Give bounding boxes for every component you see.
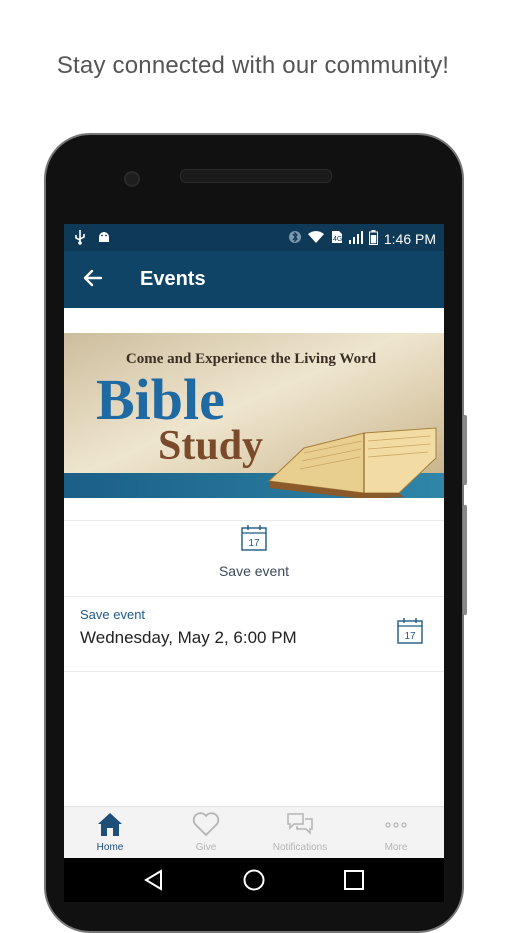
nav-label-more: More — [384, 842, 408, 853]
phone-frame: 4G 1:46 PM Events Come and Experience th… — [44, 133, 467, 933]
system-home-icon[interactable] — [242, 868, 266, 897]
system-back-icon[interactable] — [142, 868, 166, 897]
usb-icon — [74, 229, 86, 248]
back-arrow-icon[interactable] — [80, 265, 106, 291]
calendar-icon[interactable]: 17 — [396, 617, 424, 650]
banner-headline: Come and Experience the Living Word — [126, 351, 377, 367]
divider — [64, 520, 444, 521]
nav-label-notifications: Notifications — [272, 842, 328, 853]
save-event-button[interactable]: 17 Save event — [64, 524, 444, 579]
bottom-navigation: Home Give Notifications More — [64, 806, 444, 858]
wifi-icon — [307, 230, 325, 247]
power-button — [463, 505, 467, 615]
tagline: Stay connected with our community! — [56, 52, 450, 79]
calendar-day: 17 — [248, 538, 260, 549]
data-icon: 4G — [331, 230, 343, 247]
chat-icon — [285, 813, 315, 841]
event-datetime-row[interactable]: Save event Wednesday, May 2, 6:00 PM 17 — [64, 599, 444, 671]
app-bar: Events — [64, 251, 444, 308]
nav-label-give: Give — [195, 842, 217, 853]
nav-item-give[interactable]: Give — [166, 811, 246, 853]
calendar-day: 17 — [404, 631, 416, 642]
page-title: Events — [140, 268, 206, 290]
nav-item-home[interactable]: Home — [70, 811, 150, 853]
nav-label-home: Home — [96, 842, 124, 853]
signal-icon — [348, 230, 363, 247]
event-datetime: Wednesday, May 2, 6:00 PM — [80, 628, 297, 647]
battery-icon — [368, 229, 378, 248]
svg-text:4G: 4G — [333, 236, 342, 243]
divider — [64, 596, 444, 597]
divider — [64, 671, 444, 672]
system-recents-icon[interactable] — [342, 868, 366, 897]
banner-word-study: Study — [158, 423, 263, 469]
status-time: 1:46 PM — [383, 230, 436, 247]
event-banner-image: Come and Experience the Living Word Bibl… — [64, 333, 444, 498]
nav-item-notifications[interactable]: Notifications — [260, 811, 340, 853]
nav-item-more[interactable]: More — [356, 811, 436, 853]
heart-icon — [192, 812, 220, 841]
front-camera — [124, 171, 140, 187]
calendar-icon: 17 — [240, 525, 268, 556]
volume-button — [463, 415, 467, 485]
event-caption: Save event — [80, 607, 146, 622]
android-icon — [96, 229, 112, 248]
more-icon — [381, 822, 411, 841]
system-navigation-bar — [64, 858, 444, 902]
save-event-label: Save event — [218, 563, 290, 579]
app-screen: 4G 1:46 PM Events Come and Experience th… — [64, 224, 444, 858]
home-icon — [96, 813, 124, 841]
status-bar: 4G 1:46 PM — [64, 224, 444, 251]
bluetooth-icon — [288, 229, 301, 248]
earpiece-speaker — [180, 169, 332, 183]
